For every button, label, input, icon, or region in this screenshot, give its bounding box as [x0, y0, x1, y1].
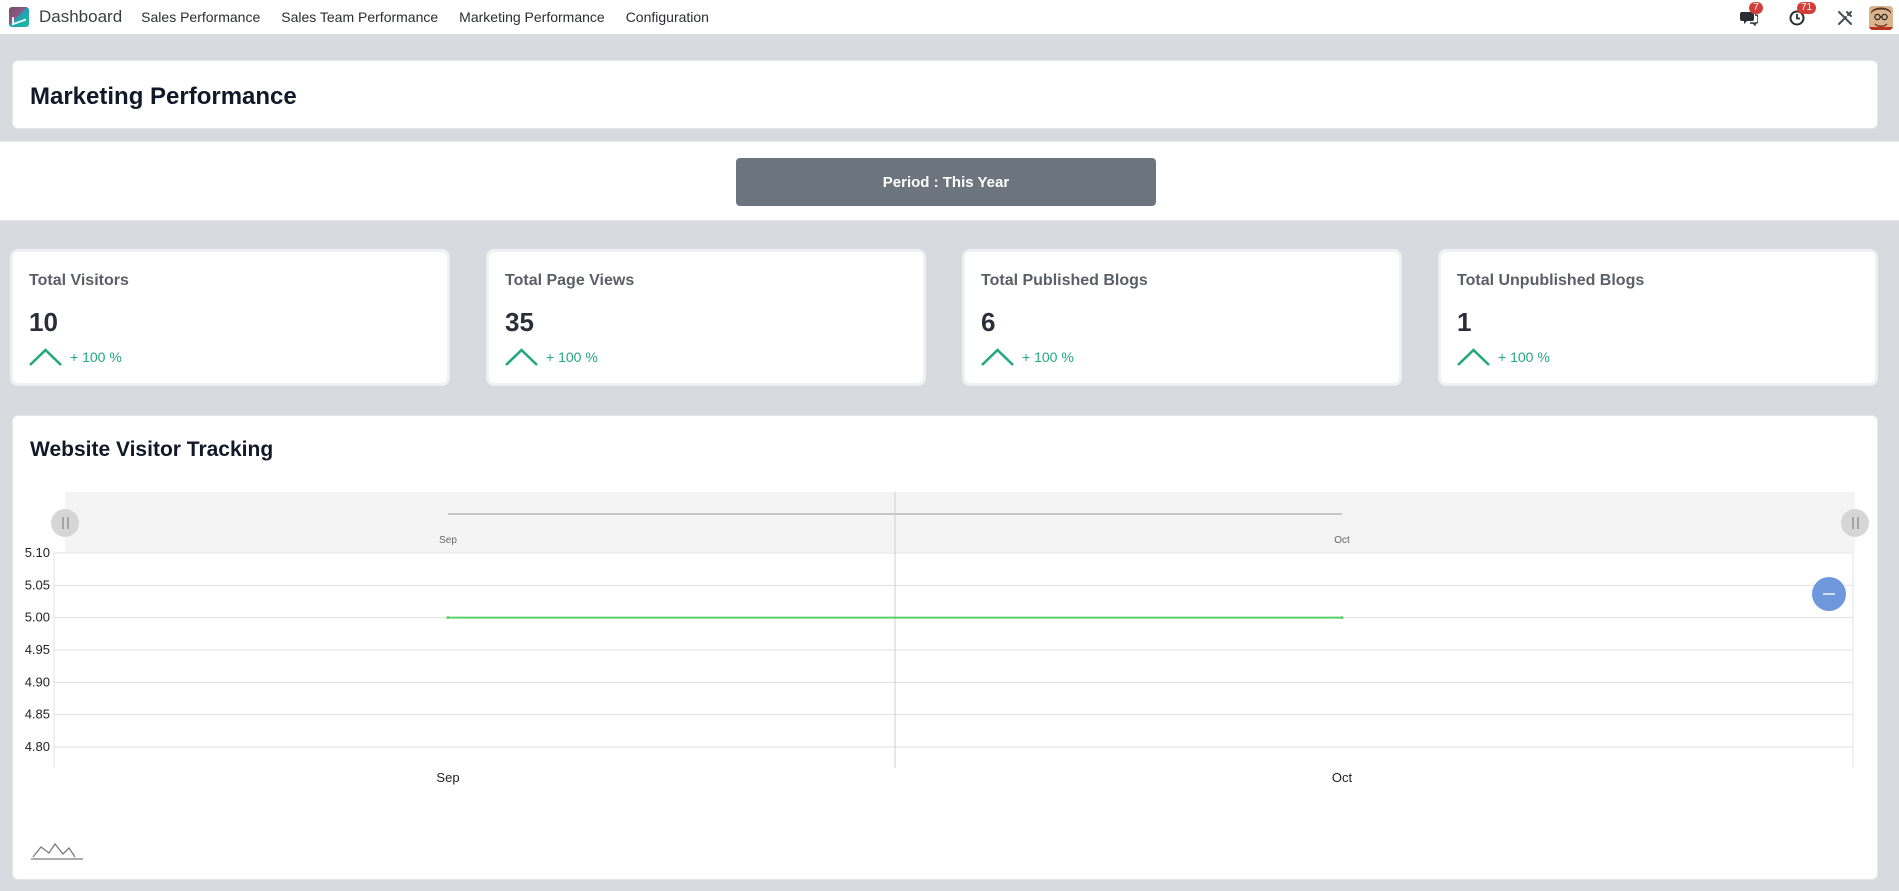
- app-title[interactable]: Dashboard: [39, 7, 122, 27]
- dashboard-app-icon: [9, 7, 29, 27]
- x-tick-label: Sep: [436, 770, 459, 785]
- visitor-tracking-chart: Sep Oct 5.10 5.05 5.00 4.95 4.90 4.85 4.80 Sep Oc…: [25, 492, 1869, 860]
- kpi-value: 1: [1457, 307, 1472, 337]
- kpi-trend-label: + 100 %: [546, 349, 598, 365]
- kpi-title: Total Unpublished Blogs: [1457, 272, 1645, 289]
- navigator-label: Oct: [1334, 535, 1350, 546]
- navigator-label: Sep: [439, 535, 457, 546]
- kpi-trend-label: + 100 %: [1498, 349, 1550, 365]
- data-point[interactable]: [446, 616, 450, 620]
- activities-button[interactable]: 71: [1787, 1, 1817, 28]
- trend-up-icon: [981, 348, 1014, 366]
- kpi-trend: + 100 %: [29, 348, 122, 366]
- y-tick-label: 4.95: [25, 642, 50, 657]
- kpi-trend: + 100 %: [981, 348, 1074, 366]
- data-point[interactable]: [1340, 616, 1344, 620]
- y-tick-label: 5.00: [25, 610, 50, 625]
- kpi-trend: + 100 %: [505, 348, 598, 366]
- navigator-left-handle[interactable]: [51, 509, 79, 537]
- tools-icon: [1838, 10, 1852, 25]
- kpi-card-total-visitors[interactable]: Total Visitors 10 + 100 %: [10, 249, 450, 386]
- page-title: Marketing Performance: [30, 83, 297, 110]
- kpi-card-total-page-views[interactable]: Total Page Views 35 + 100 %: [486, 249, 926, 386]
- menu-sales-team-performance[interactable]: Sales Team Performance: [281, 9, 438, 25]
- menu-marketing-performance[interactable]: Marketing Performance: [459, 9, 605, 25]
- main-menu: Sales Performance Sales Team Performance…: [141, 9, 730, 25]
- y-tick-label: 4.85: [25, 707, 50, 722]
- y-tick-label: 5.10: [25, 545, 50, 560]
- page-header-card: Marketing Performance: [12, 60, 1878, 129]
- top-navbar: Dashboard Sales Performance Sales Team P…: [0, 0, 1899, 35]
- kpi-trend-label: + 100 %: [70, 349, 122, 365]
- navigator-right-handle[interactable]: [1841, 509, 1869, 537]
- app-brand[interactable]: Dashboard: [9, 0, 122, 35]
- chart-library-logo-icon: [31, 842, 83, 860]
- kpi-value: 35: [505, 307, 534, 337]
- trend-up-icon: [29, 348, 62, 366]
- trend-up-icon: [505, 348, 538, 366]
- x-tick-label: Oct: [1332, 770, 1353, 785]
- messages-badge: 7: [1749, 1, 1763, 14]
- kpi-value: 10: [29, 307, 58, 337]
- zoom-reset-button[interactable]: [1812, 577, 1846, 611]
- y-tick-label: 4.90: [25, 674, 50, 689]
- kpi-card-total-unpublished-blogs[interactable]: Total Unpublished Blogs 1 + 100 %: [1438, 249, 1878, 386]
- trend-up-icon: [1457, 348, 1490, 366]
- y-tick-label: 5.05: [25, 577, 50, 592]
- kpi-trend-label: + 100 %: [1022, 349, 1074, 365]
- kpi-title: Total Visitors: [29, 272, 129, 289]
- kpi-trend: + 100 %: [1457, 348, 1550, 366]
- kpi-value: 6: [981, 307, 996, 337]
- activities-badge: 71: [1797, 1, 1817, 14]
- systray: 7 71: [1739, 0, 1899, 35]
- y-tick-label: 4.80: [25, 739, 50, 754]
- user-avatar[interactable]: [1869, 5, 1893, 30]
- messages-button[interactable]: 7: [1739, 1, 1763, 28]
- navigator-background: [65, 492, 1855, 552]
- menu-configuration[interactable]: Configuration: [626, 9, 709, 25]
- kpi-title: Total Published Blogs: [981, 272, 1148, 289]
- visitor-tracking-card: Website Visitor Tracking Sep Oct 5.10 5.05…: [12, 415, 1878, 880]
- kpi-title: Total Page Views: [505, 272, 635, 289]
- kpi-card-total-published-blogs[interactable]: Total Published Blogs 6 + 100 %: [962, 249, 1402, 386]
- period-filter-button[interactable]: Period : This Year: [736, 158, 1156, 206]
- avatar-image: [1869, 5, 1893, 30]
- debug-tools-button[interactable]: [1835, 8, 1855, 28]
- menu-sales-performance[interactable]: Sales Performance: [141, 9, 260, 25]
- period-filter-bar: Period : This Year: [0, 141, 1899, 221]
